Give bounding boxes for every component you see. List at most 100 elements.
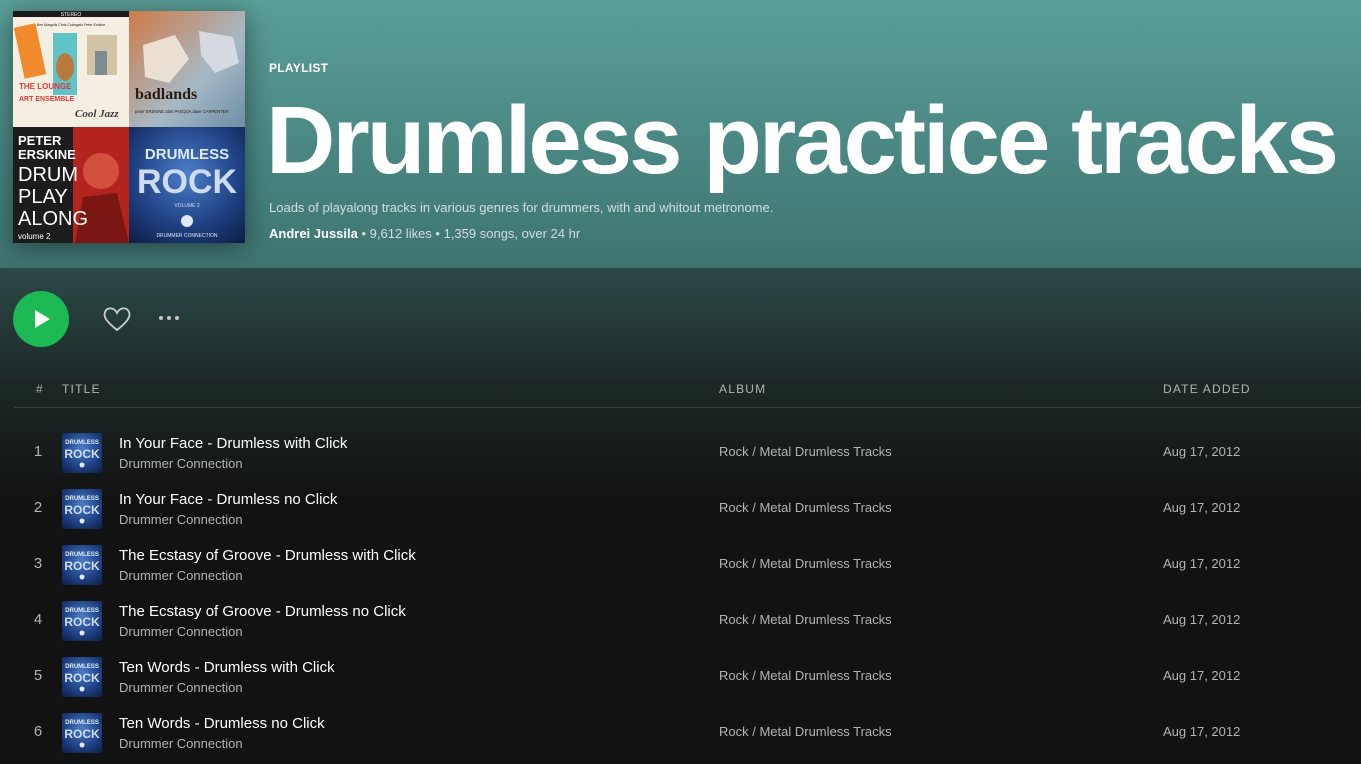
column-header-title[interactable]: TITLE <box>62 382 101 396</box>
tile3-line5-text: ALONG <box>18 208 88 230</box>
track-date-added: Aug 17, 2012 <box>1163 612 1241 627</box>
tile4-line3-text: VOLUME 2 <box>174 203 200 209</box>
tile3-line6-text: volume 2 <box>18 232 51 241</box>
track-number: 4 <box>33 611 43 628</box>
drumless-rock-thumb: DRUMLESS ROCK <box>64 552 100 580</box>
track-date-added: Aug 17, 2012 <box>1163 444 1241 459</box>
track-artist[interactable]: Drummer Connection <box>119 680 243 695</box>
track-artist[interactable]: Drummer Connection <box>119 624 243 639</box>
track-title[interactable]: In Your Face - Drumless no Click <box>119 491 337 508</box>
tile2-title-text: badlands <box>135 86 197 103</box>
tile2-names-text: peter ERSKINE alan PASQUA dave CARPENTER <box>135 109 228 114</box>
cover-tile-drumless-rock: DRUMLESS ROCK VOLUME 2 DRUMMER CONNECTIO… <box>129 127 245 243</box>
track-title[interactable]: In Your Face - Drumless with Click <box>119 435 347 452</box>
track-album[interactable]: Rock / Metal Drumless Tracks <box>719 444 892 459</box>
heart-icon[interactable] <box>101 303 133 335</box>
track-album[interactable]: Rock / Metal Drumless Tracks <box>719 724 892 739</box>
tile1-names-text: Ben Margolis Chris Colangelo Peter Erski… <box>37 23 105 27</box>
thumb-text-2: ROCK <box>64 615 100 629</box>
track-title[interactable]: Ten Words - Drumless with Click <box>119 659 335 676</box>
table-row[interactable]: 2 DRUMLESS ROCK In Your Face - Drumless … <box>0 481 1361 537</box>
thumb-text: DRUMLESS <box>65 496 99 502</box>
tile4-line4-text: DRUMMER CONNECTION <box>156 233 217 239</box>
column-header-number: # <box>36 382 44 396</box>
playlist-owner-link[interactable]: Andrei Jussila <box>269 226 358 241</box>
table-header-divider <box>14 407 1361 408</box>
drumless-rock-thumb: DRUMLESS ROCK <box>64 496 100 524</box>
lounge-art-ensemble-artwork: STEREO Ben Margolis Chris Colangelo Pete… <box>13 11 129 120</box>
badlands-artwork: badlands peter ERSKINE alan PASQUA dave … <box>135 31 239 114</box>
thumb-text-2: ROCK <box>64 447 100 461</box>
playlist-cover[interactable]: STEREO Ben Margolis Chris Colangelo Pete… <box>13 11 245 243</box>
table-row[interactable]: 1 DRUMLESS ROCK In Your Face - Drumless … <box>0 425 1361 481</box>
meta-separator-2: • <box>431 226 444 241</box>
tile3-line2-text: ERSKINE <box>18 147 76 162</box>
drumless-rock-thumb: DRUMLESS ROCK <box>64 440 100 468</box>
more-icon <box>159 316 163 320</box>
track-album-art: DRUMLESS ROCK <box>62 601 102 641</box>
track-artist[interactable]: Drummer Connection <box>119 736 243 751</box>
tile3-line4-text: PLAY <box>18 186 68 208</box>
track-date-added: Aug 17, 2012 <box>1163 500 1241 515</box>
tile1-stereo-text: STEREO <box>61 12 82 18</box>
track-title[interactable]: Ten Words - Drumless no Click <box>119 715 325 732</box>
track-album[interactable]: Rock / Metal Drumless Tracks <box>719 500 892 515</box>
track-artist[interactable]: Drummer Connection <box>119 512 243 527</box>
track-artist[interactable]: Drummer Connection <box>119 568 243 583</box>
table-row[interactable]: 3 DRUMLESS ROCK The Ecstasy of Groove - … <box>0 537 1361 593</box>
track-artist[interactable]: Drummer Connection <box>119 456 243 471</box>
track-album-art: DRUMLESS ROCK <box>62 713 102 753</box>
playlist-stats: 1,359 songs, over 24 hr <box>443 226 581 241</box>
cover-tile-lounge-art-ensemble: STEREO Ben Margolis Chris Colangelo Pete… <box>13 11 129 127</box>
drumless-rock-artwork: DRUMLESS ROCK VOLUME 2 DRUMMER CONNECTIO… <box>137 146 238 239</box>
thumb-text: DRUMLESS <box>65 608 99 614</box>
play-icon <box>35 310 50 328</box>
column-header-album[interactable]: ALBUM <box>719 382 766 396</box>
thumb-text: DRUMLESS <box>65 440 99 446</box>
table-row[interactable]: 4 DRUMLESS ROCK The Ecstasy of Groove - … <box>0 593 1361 649</box>
drumless-rock-thumb: DRUMLESS ROCK <box>64 720 100 748</box>
more-options-button[interactable] <box>159 308 187 328</box>
track-title[interactable]: The Ecstasy of Groove - Drumless with Cl… <box>119 547 416 564</box>
track-number: 1 <box>33 443 43 460</box>
drum-play-along-artwork: PETER ERSKINE DRUM PLAY ALONG volume 2 <box>18 127 129 243</box>
track-album-art: DRUMLESS ROCK <box>62 433 102 473</box>
tile4-line2-text: ROCK <box>137 163 238 201</box>
thumb-text: DRUMLESS <box>65 664 99 670</box>
track-number: 5 <box>33 667 43 684</box>
thumb-text: DRUMLESS <box>65 552 99 558</box>
playlist-type-label: PLAYLIST <box>269 61 329 75</box>
track-number: 6 <box>33 723 43 740</box>
tile1-cool-jazz-text: Cool Jazz <box>75 108 119 120</box>
track-album[interactable]: Rock / Metal Drumless Tracks <box>719 612 892 627</box>
drumless-rock-thumb: DRUMLESS ROCK <box>64 608 100 636</box>
tile3-line1-text: PETER <box>18 133 62 148</box>
track-number: 2 <box>33 499 43 516</box>
table-row[interactable]: 5 DRUMLESS ROCK Ten Words - Drumless wit… <box>0 649 1361 705</box>
playlist-likes: 9,612 likes <box>369 226 432 241</box>
track-album-art: DRUMLESS ROCK <box>62 545 102 585</box>
track-album-art: DRUMLESS ROCK <box>62 489 102 529</box>
track-title[interactable]: The Ecstasy of Groove - Drumless no Clic… <box>119 603 406 620</box>
tile3-line3-text: DRUM <box>18 164 78 186</box>
thumb-text-2: ROCK <box>64 671 100 685</box>
table-row[interactable]: 6 DRUMLESS ROCK Ten Words - Drumless no … <box>0 705 1361 761</box>
tile1-title-text-2: ART ENSEMBLE <box>19 96 75 103</box>
track-album[interactable]: Rock / Metal Drumless Tracks <box>719 556 892 571</box>
thumb-text-2: ROCK <box>64 559 100 573</box>
playlist-title[interactable]: Drumless practice tracks <box>266 86 1339 196</box>
track-album-art: DRUMLESS ROCK <box>62 657 102 697</box>
playlist-header: STEREO Ben Margolis Chris Colangelo Pete… <box>0 0 1361 268</box>
play-button[interactable] <box>13 291 69 347</box>
tile4-line1-text: DRUMLESS <box>145 146 229 163</box>
thumb-text-2: ROCK <box>64 727 100 741</box>
meta-separator: • <box>357 226 370 241</box>
column-header-date-added[interactable]: DATE ADDED <box>1163 382 1251 396</box>
thumb-text: DRUMLESS <box>65 720 99 726</box>
track-date-added: Aug 17, 2012 <box>1163 724 1241 739</box>
cover-tile-drum-play-along: PETER ERSKINE DRUM PLAY ALONG volume 2 <box>13 127 129 243</box>
track-date-added: Aug 17, 2012 <box>1163 668 1241 683</box>
more-icon-dot <box>175 316 179 320</box>
track-album[interactable]: Rock / Metal Drumless Tracks <box>719 668 892 683</box>
playlist-meta: Andrei Jussila • 9,612 likes • 1,359 son… <box>269 226 580 241</box>
